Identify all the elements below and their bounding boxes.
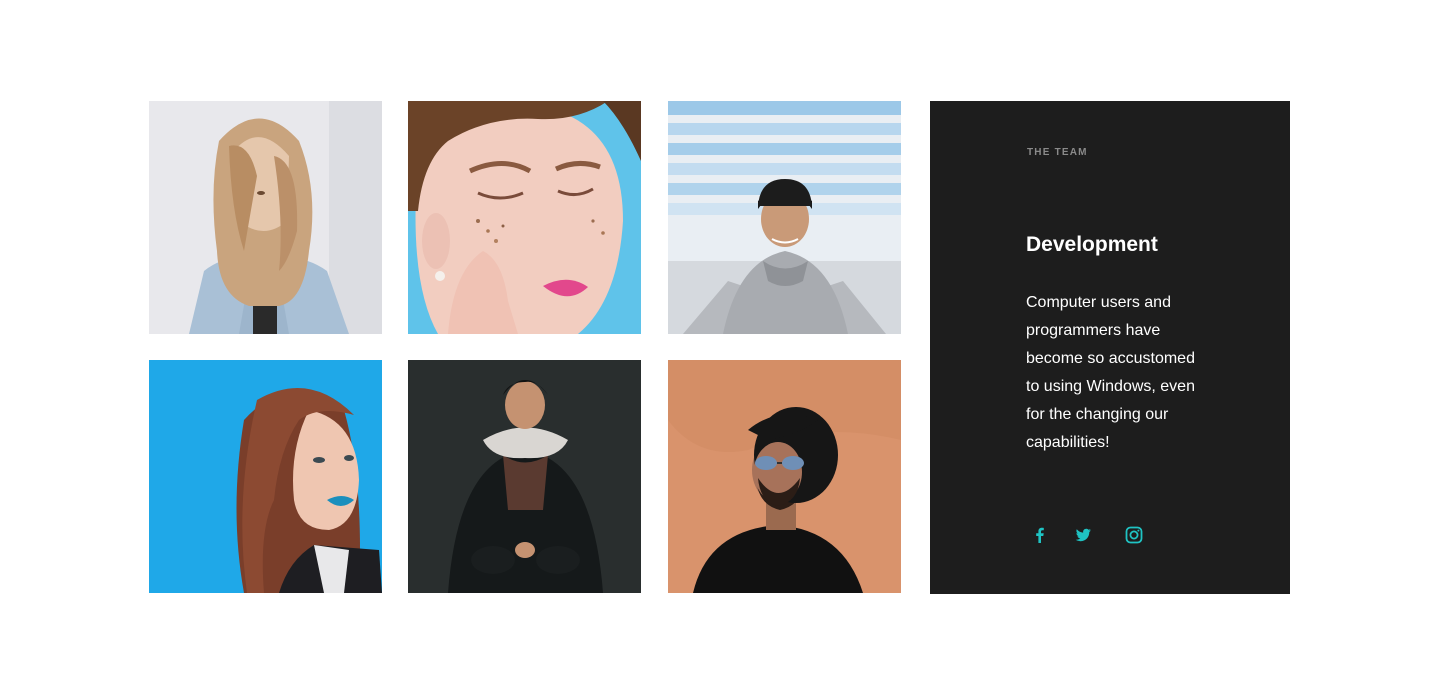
panel-description: Computer users and programmers have beco…	[1026, 294, 1195, 451]
instagram-link[interactable]	[1124, 525, 1144, 545]
panel-title: Development	[1026, 233, 1158, 256]
section-eyebrow: THE TEAM	[1027, 147, 1088, 158]
team-member-photo-4[interactable]	[149, 360, 382, 593]
team-info-panel: THE TEAM Development Computer users and …	[930, 101, 1290, 594]
twitter-link[interactable]	[1073, 525, 1093, 545]
twitter-icon	[1075, 528, 1091, 542]
team-member-photo-5[interactable]	[408, 360, 641, 593]
team-member-photo-2[interactable]	[408, 101, 641, 334]
portrait-image	[668, 101, 901, 334]
portrait-image	[668, 360, 901, 593]
portrait-image	[149, 360, 382, 593]
team-member-photo-1[interactable]	[149, 101, 382, 334]
portrait-image	[408, 360, 641, 593]
facebook-link[interactable]	[1030, 525, 1050, 545]
facebook-icon	[1036, 527, 1044, 543]
team-section: THE TEAM Development Computer users and …	[0, 0, 1440, 695]
team-member-photo-6[interactable]	[668, 360, 901, 593]
portrait-image	[408, 101, 641, 334]
instagram-icon	[1125, 526, 1143, 544]
team-photo-grid	[149, 101, 901, 593]
portrait-image	[149, 101, 382, 334]
team-member-photo-3[interactable]	[668, 101, 901, 334]
